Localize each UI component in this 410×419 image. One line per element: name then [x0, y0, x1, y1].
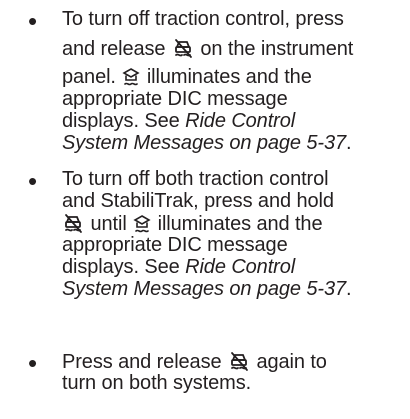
text-line: displays. See Ride Control [62, 256, 296, 278]
text-line: To turn off traction control, press [62, 8, 344, 30]
cross-reference-link: Ride Control [185, 110, 296, 132]
text-line: System Messages on page 5-37. [62, 278, 352, 300]
cross-reference-link: System Messages on page 5-37 [62, 132, 347, 154]
bullet: • [28, 348, 38, 378]
traction-control-off-icon [62, 212, 84, 234]
text-line: panel. illuminates and the [62, 66, 312, 88]
text-line: Press and release again to [62, 350, 327, 373]
text-line: and StabiliTrak, press and hold [62, 190, 334, 212]
text-line: until illuminates and the [62, 212, 323, 235]
text-line: System Messages on page 5-37. [62, 132, 352, 154]
bullet: • [28, 166, 38, 196]
traction-control-off-icon [172, 37, 194, 59]
text-line: appropriate DIC message [62, 88, 288, 110]
manual-page-excerpt: • To turn off traction control, press an… [0, 0, 410, 419]
cross-reference-link: System Messages on page 5-37 [62, 278, 347, 300]
bullet: • [28, 6, 38, 36]
text-line: appropriate DIC message [62, 234, 288, 256]
text-line: and release on the instrument [62, 37, 354, 60]
stabilitrak-off-light-icon [122, 67, 140, 87]
stabilitrak-off-light-icon [133, 214, 151, 234]
text-line: displays. See Ride Control [62, 110, 296, 132]
text-line: To turn off both traction control [62, 168, 329, 190]
text-line: turn on both systems. [62, 372, 252, 394]
traction-control-off-icon [228, 350, 250, 372]
cross-reference-link: Ride Control [185, 256, 296, 278]
